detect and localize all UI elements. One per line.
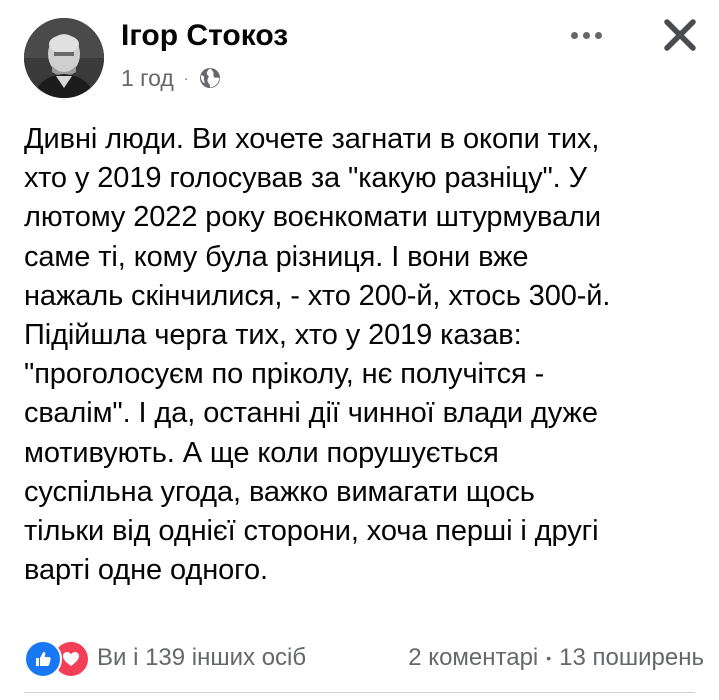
shares-count[interactable]: 13 поширень	[559, 643, 704, 673]
meta-separator: ·	[183, 70, 189, 86]
post-footer: Ви і 139 інших осіб 2 коментарі • 13 пош…	[24, 638, 704, 678]
post-card: Ігор Стокоз 1 год · Дивні люди. Ви хочет…	[0, 0, 719, 700]
post-time[interactable]: 1 год	[121, 65, 174, 92]
close-icon[interactable]	[655, 10, 705, 60]
avatar[interactable]	[24, 18, 104, 98]
post-meta: 1 год ·	[121, 63, 222, 93]
reaction-count[interactable]: Ви і 139 інших осіб	[97, 643, 306, 673]
avatar-image	[24, 18, 104, 98]
author-name[interactable]: Ігор Стокоз	[121, 18, 288, 54]
comments-count[interactable]: 2 коментарі	[408, 643, 538, 673]
like-icon	[24, 640, 62, 678]
more-dots-icon	[594, 31, 602, 39]
post-text: Дивні люди. Ви хочете загнати в окопи ти…	[24, 123, 611, 587]
footer-separator: •	[546, 650, 552, 666]
more-options-button[interactable]	[560, 18, 612, 52]
more-dots-icon	[570, 31, 578, 39]
comments-shares: 2 коментарі • 13 поширень	[408, 643, 704, 673]
more-dots-icon	[582, 31, 590, 39]
globe-icon[interactable]	[198, 66, 222, 90]
reaction-icons[interactable]	[24, 640, 90, 678]
divider	[24, 692, 695, 693]
